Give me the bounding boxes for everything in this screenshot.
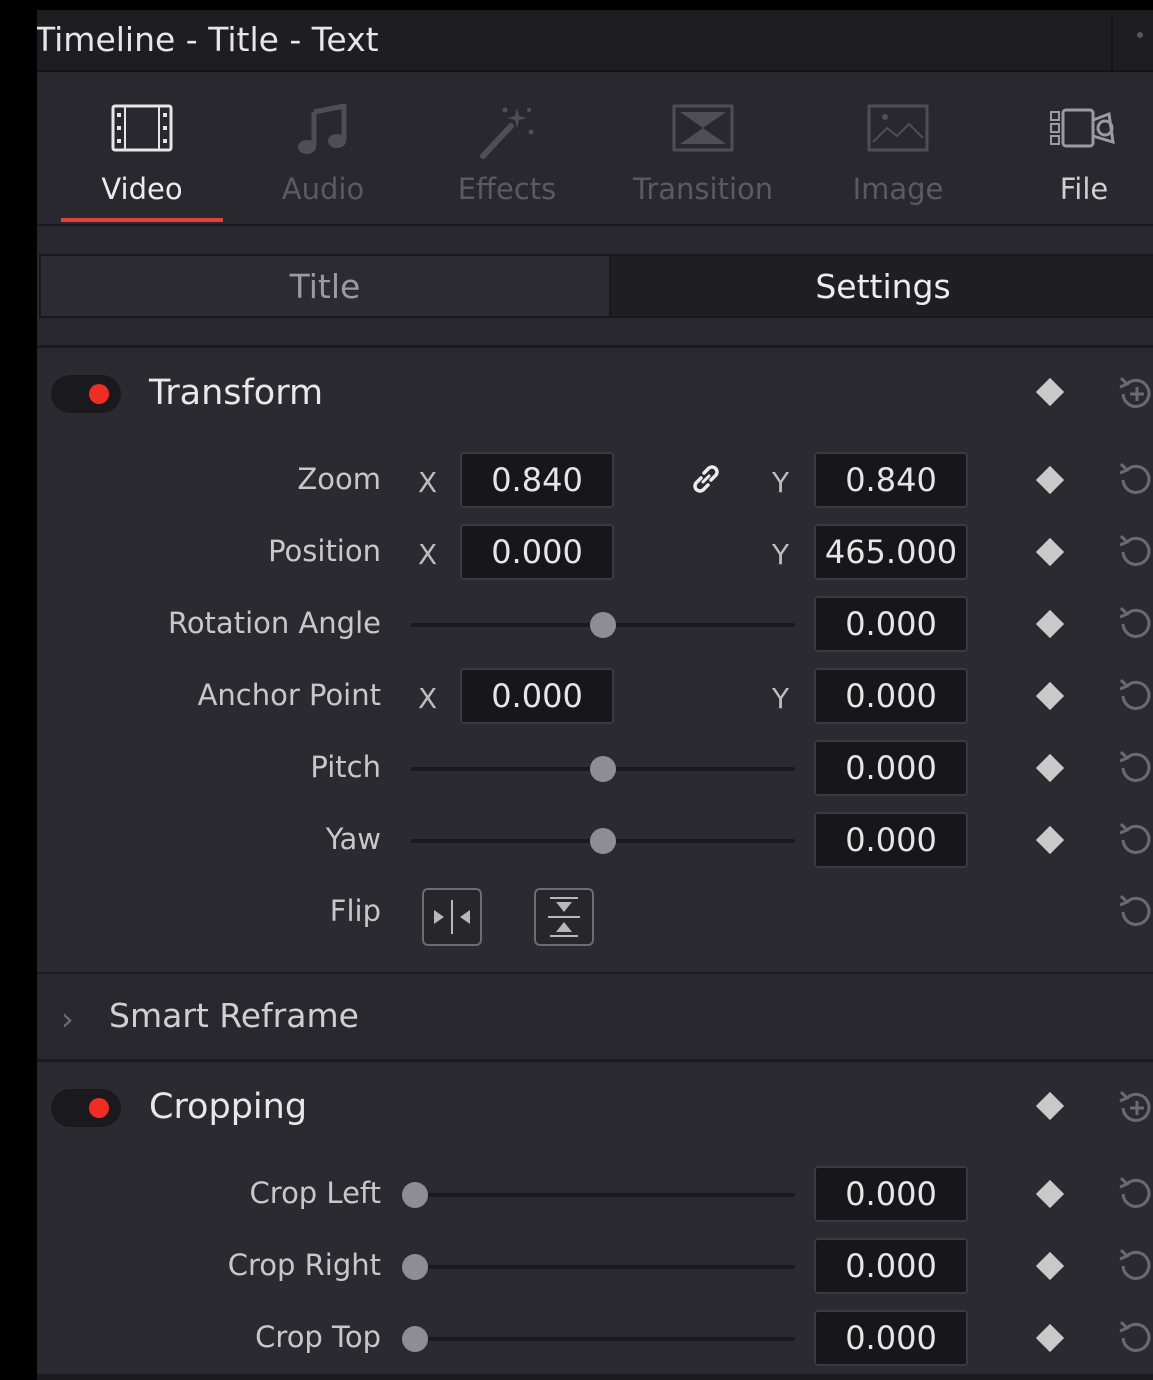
tab-effects-label: Effects xyxy=(457,172,557,206)
crop-left-reset-icon[interactable] xyxy=(1117,1174,1153,1212)
pitch-slider-knob[interactable] xyxy=(590,756,616,782)
crop-left-slider-knob[interactable] xyxy=(402,1182,428,1208)
anchor-x-axis-label: X xyxy=(418,682,438,715)
crop-right-reset-icon[interactable] xyxy=(1117,1246,1153,1284)
transform-header: Transform xyxy=(37,365,1153,425)
panel-title: Timeline - Title - Text xyxy=(37,20,379,59)
zoom-x-field[interactable]: 0.840 xyxy=(460,452,614,508)
panel-bottom-edge xyxy=(37,1374,1153,1380)
flip-label: Flip xyxy=(329,894,381,928)
rotation-slider[interactable] xyxy=(411,612,795,638)
crop-top-reset-icon[interactable] xyxy=(1117,1318,1153,1356)
zoom-y-axis-label: Y xyxy=(772,466,790,499)
tab-video[interactable]: Video xyxy=(49,74,235,224)
rotation-slider-knob[interactable] xyxy=(590,612,616,638)
position-label: Position xyxy=(268,534,381,568)
yaw-field[interactable]: 0.000 xyxy=(814,812,968,868)
subtabs-spacer xyxy=(37,318,1153,348)
anchor-label: Anchor Point xyxy=(197,678,381,712)
rotation-label: Rotation Angle xyxy=(167,606,381,640)
camera-icon xyxy=(1049,104,1119,156)
smart-reframe-section[interactable]: › Smart Reframe xyxy=(37,972,1153,1062)
image-icon xyxy=(867,104,929,156)
yaw-slider[interactable] xyxy=(411,828,795,854)
crop-top-label: Crop Top xyxy=(255,1320,381,1354)
crop-top-slider[interactable] xyxy=(402,1326,795,1352)
panel-header: Timeline - Title - Text xyxy=(37,10,1153,72)
transform-title: Transform xyxy=(149,373,324,413)
crop-top-field[interactable]: 0.000 xyxy=(814,1310,968,1366)
zoom-y-field[interactable]: 0.840 xyxy=(814,452,968,508)
anchor-x-field[interactable]: 0.000 xyxy=(460,668,614,724)
link-icon[interactable] xyxy=(687,460,725,498)
flip-horizontal-icon xyxy=(434,900,470,934)
pitch-label: Pitch xyxy=(310,750,381,784)
pitch-slider[interactable] xyxy=(411,756,795,782)
music-note-icon xyxy=(296,102,350,160)
transform-section: Transform xyxy=(37,351,1153,972)
reset-all-icon[interactable] xyxy=(1117,374,1153,412)
crop-right-slider[interactable] xyxy=(402,1254,795,1280)
cropping-enable-toggle[interactable] xyxy=(51,1089,121,1127)
chevron-right-icon: › xyxy=(61,1000,74,1038)
pitch-reset-icon[interactable] xyxy=(1117,748,1153,786)
flip-vertical-icon xyxy=(548,897,580,937)
film-icon xyxy=(111,104,173,156)
position-x-field[interactable]: 0.000 xyxy=(460,524,614,580)
crop-right-field[interactable]: 0.000 xyxy=(814,1238,968,1294)
position-y-axis-label: Y xyxy=(772,538,790,571)
tab-image-label: Image xyxy=(852,172,944,206)
tab-image[interactable]: Image xyxy=(803,74,993,224)
anchor-reset-icon[interactable] xyxy=(1117,676,1153,714)
flip-horizontal-button[interactable] xyxy=(422,888,482,946)
tab-file[interactable]: File xyxy=(1027,74,1141,224)
active-tab-indicator xyxy=(61,218,223,222)
yaw-slider-knob[interactable] xyxy=(590,828,616,854)
flip-reset-icon[interactable] xyxy=(1117,892,1153,930)
cropping-section: Cropping xyxy=(37,1065,1153,1374)
pitch-field[interactable]: 0.000 xyxy=(814,740,968,796)
tab-video-label: Video xyxy=(101,172,183,206)
zoom-label: Zoom xyxy=(297,462,381,496)
cropping-title: Cropping xyxy=(149,1087,308,1127)
magic-wand-icon xyxy=(477,104,537,164)
zoom-reset-icon[interactable] xyxy=(1117,460,1153,498)
subtab-title[interactable]: Title xyxy=(39,254,611,318)
anchor-y-axis-label: Y xyxy=(772,682,790,715)
header-divider xyxy=(1111,16,1113,72)
tab-effects[interactable]: Effects xyxy=(411,74,603,224)
inspector-panel: Timeline - Title - Text Video Audio Effe… xyxy=(37,10,1153,1380)
crop-top-slider-knob[interactable] xyxy=(402,1326,428,1352)
rotation-reset-icon[interactable] xyxy=(1117,604,1153,642)
inspector-tabs: Video Audio Effects Transition Image Fil… xyxy=(37,74,1153,226)
tab-transition-label: Transition xyxy=(632,172,774,206)
options-icon[interactable] xyxy=(1137,32,1143,38)
cropping-header: Cropping xyxy=(37,1079,1153,1139)
tab-file-label: File xyxy=(1059,172,1109,206)
crop-left-label: Crop Left xyxy=(249,1176,381,1210)
position-x-axis-label: X xyxy=(418,538,438,571)
rotation-field[interactable]: 0.000 xyxy=(814,596,968,652)
anchor-y-field[interactable]: 0.000 xyxy=(814,668,968,724)
crop-left-slider[interactable] xyxy=(402,1182,795,1208)
cropping-reset-all-icon[interactable] xyxy=(1117,1088,1153,1126)
tab-transition[interactable]: Transition xyxy=(603,74,803,224)
transform-enable-toggle[interactable] xyxy=(51,375,121,413)
crop-right-label: Crop Right xyxy=(227,1248,381,1282)
transition-icon xyxy=(672,104,734,156)
crop-right-slider-knob[interactable] xyxy=(402,1254,428,1280)
position-reset-icon[interactable] xyxy=(1117,532,1153,570)
crop-left-field[interactable]: 0.000 xyxy=(814,1166,968,1222)
smart-reframe-label: Smart Reframe xyxy=(109,996,359,1035)
zoom-x-axis-label: X xyxy=(418,466,438,499)
flip-vertical-button[interactable] xyxy=(534,888,594,946)
inspector-subtabs: Title Settings xyxy=(39,254,1153,318)
yaw-label: Yaw xyxy=(325,822,381,856)
subtab-settings[interactable]: Settings xyxy=(611,254,1153,318)
tab-audio[interactable]: Audio xyxy=(235,74,411,224)
tab-audio-label: Audio xyxy=(281,172,365,206)
position-y-field[interactable]: 465.000 xyxy=(814,524,968,580)
yaw-reset-icon[interactable] xyxy=(1117,820,1153,858)
